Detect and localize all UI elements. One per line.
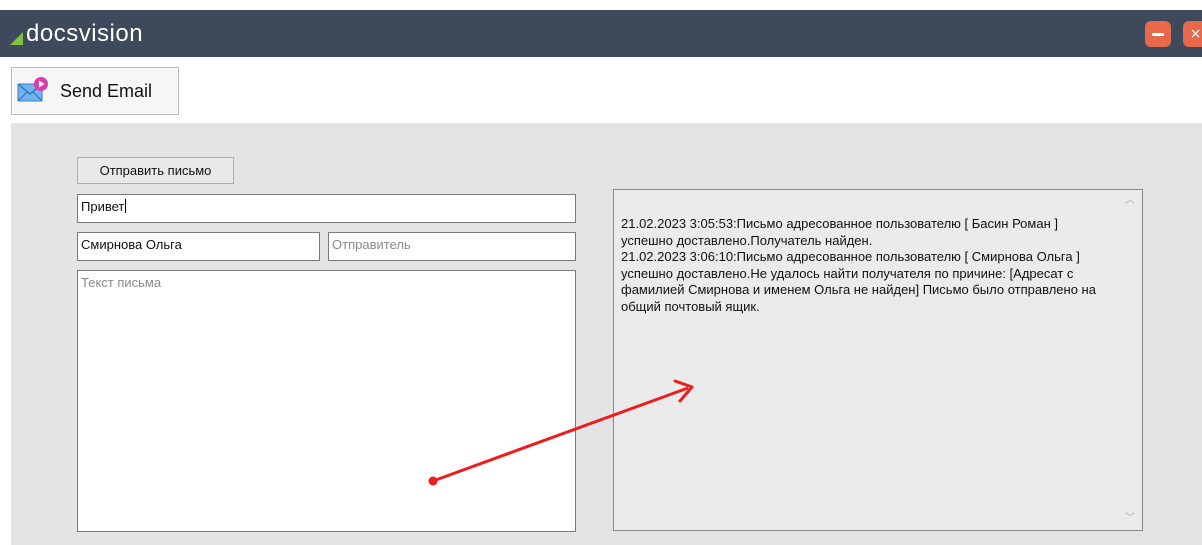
annotation-arrow [428, 379, 694, 486]
arrow-origin-dot [428, 476, 438, 486]
arrow-line [432, 386, 689, 483]
